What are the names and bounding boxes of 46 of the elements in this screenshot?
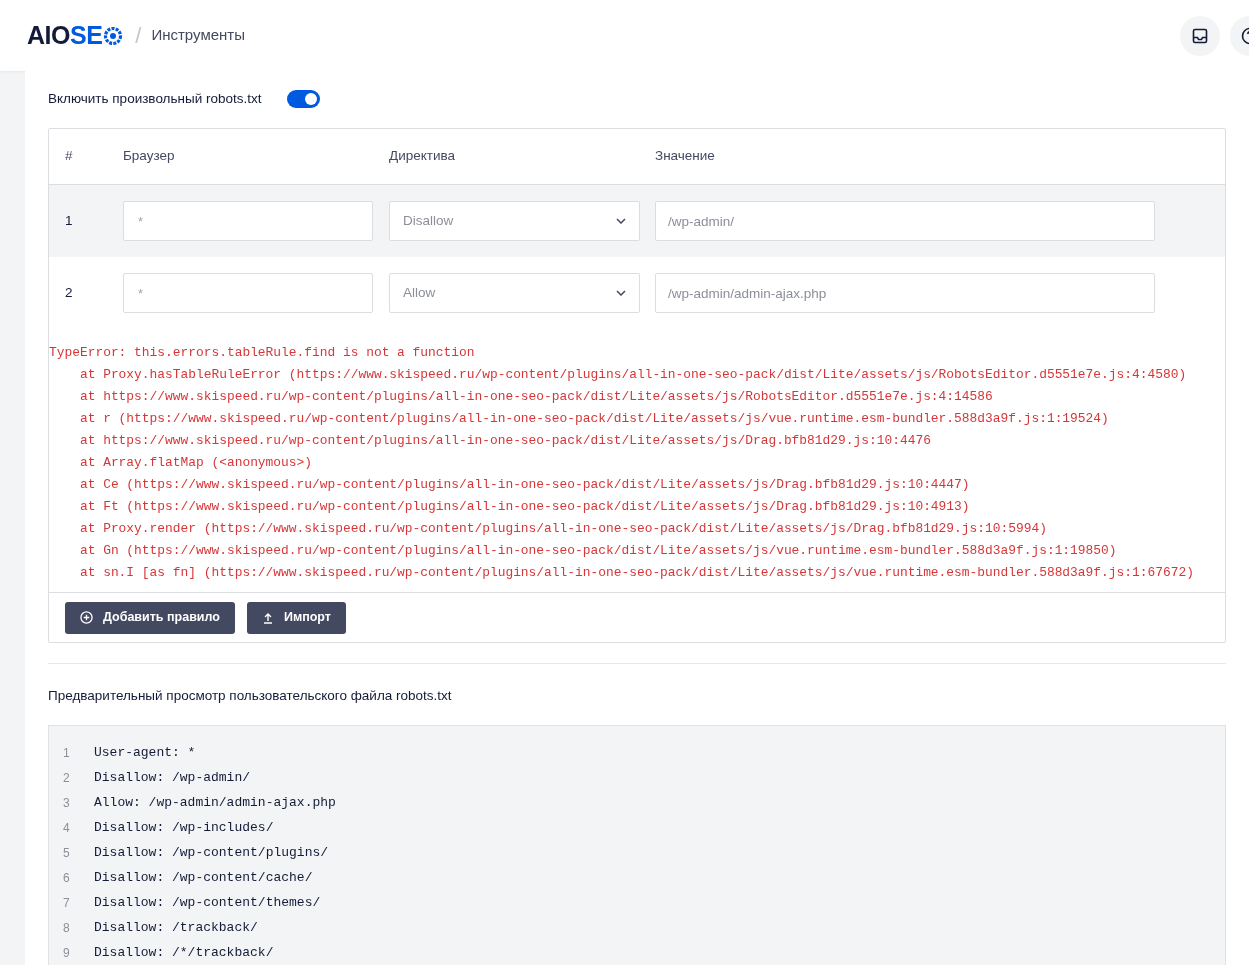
browser-field[interactable]: * — [123, 273, 373, 313]
inbox-icon — [1192, 27, 1208, 44]
value-field[interactable]: /wp-admin/ — [655, 201, 1155, 241]
preview-title: Предварительный просмотр пользовательского файла robots.txt — [48, 687, 453, 705]
column-header: Директива — [389, 147, 456, 166]
code-line: Allow: /wp-admin/admin-ajax.php — [94, 794, 336, 812]
code-line: Disallow: /trackback/ — [94, 919, 258, 937]
column-header: Браузер — [123, 147, 176, 166]
line-number: 3 — [62, 794, 71, 812]
line-number: 6 — [62, 869, 71, 887]
value-field[interactable]: /wp-admin/admin-ajax.php — [655, 273, 1155, 313]
toggle-label: Включить произвольный robots.txt — [48, 89, 262, 108]
directive-select[interactable]: Disallow — [389, 201, 640, 241]
code-line: Disallow: /wp-content/themes/ — [94, 894, 321, 912]
row-number: 2 — [64, 283, 74, 302]
chevron-down-icon — [616, 290, 626, 296]
add-rule-button[interactable]: Добавить правило — [65, 601, 235, 634]
column-header: # — [64, 147, 74, 166]
toggle-switch[interactable] — [287, 90, 321, 108]
line-number: 4 — [62, 819, 71, 837]
directive-select[interactable]: Allow — [389, 273, 640, 313]
logo: AIOSE — [27, 16, 124, 55]
browser-field[interactable]: * — [123, 201, 373, 241]
inbox-button[interactable] — [1180, 15, 1220, 56]
line-number: 5 — [62, 844, 71, 862]
code-line: Disallow: /wp-content/plugins/ — [94, 844, 329, 862]
error-stack-trace: TypeError: this.errors.tableRule.find is not a function at Proxy.hasTableRuleError (https://www.skispeed.ru/wp-content/plugins/all-in-one-seo-pack/dist/Lite/assets/js/RobotsEditor.d5551e7e.js:4:4580) at https://www.skispeed.ru/wp-content/plugins/all-in-one-seo-pack/dist/Lite/assets/js/RobotsEditor.d5551e7e.js:4:14586 at r (https://www.skispeed.ru/wp-content/plugins/all-in-one-seo-pack/dist/Lite/assets/js/vue.runtime.esm-bundler.588d3a9f.js:1:19524) at https://www.skispeed.ru/wp-content/plugins/all-in-one-seo-pack/dist/Lite/assets/js/Drag.bfb81d29.js:10:4476 at Array.flatMap (<anonymous>) at Ce (https://www.skispeed.ru/wp-content/plugins/all-in-one-seo-pack/dist/Lite/assets/js/Drag.bfb81d29.js:10:4447) at Ft (https://www.skispeed.ru/wp-content/plugins/all-in-one-seo-pack/dist/Lite/assets/js/Drag.bfb81d29.js:10:4913) at Proxy.render (https://www.skispeed.ru/wp-content/plugins/all-in-one-seo-pack/dist/Lite/assets/js/Drag.bfb81d29.js:10:5994) at Gn (https://www.skispeed.ru/wp-content/plugins/all-in-one-seo-pack/dist/Lite/assets/js/vue.runtime.esm-bundler.588d3a9f.js:1:19850) at sn.I [as fn] (https://www.skispeed.ru/wp-content/plugins/all-in-one-seo-pack/dist/Lite/assets/js/vue.runtime.esm-bundler.588d3a9f.js:1:67672) — [49, 344, 1195, 582]
page-title: Инструменты — [151, 25, 245, 46]
code-line: Disallow: /*/trackback/ — [94, 944, 274, 962]
row-number: 1 — [64, 211, 74, 230]
line-number: 9 — [62, 944, 71, 962]
line-number: 7 — [62, 894, 71, 912]
code-line: Disallow: /wp-includes/ — [94, 819, 274, 837]
column-header: Значение — [655, 147, 715, 166]
plus-circle-icon — [80, 611, 93, 624]
code-line: User-agent: * — [94, 744, 196, 762]
line-number: 1 — [62, 744, 71, 762]
upload-icon — [261, 611, 274, 624]
import-button[interactable]: Импорт — [246, 601, 346, 634]
code-line: Disallow: /wp-admin/ — [94, 769, 251, 787]
line-number: 8 — [62, 919, 71, 937]
gear-icon — [103, 25, 124, 46]
chevron-down-icon — [616, 218, 626, 224]
breadcrumb-separator: / — [135, 22, 142, 50]
code-line: Disallow: /wp-content/cache/ — [94, 869, 313, 887]
line-number: 2 — [62, 769, 71, 787]
